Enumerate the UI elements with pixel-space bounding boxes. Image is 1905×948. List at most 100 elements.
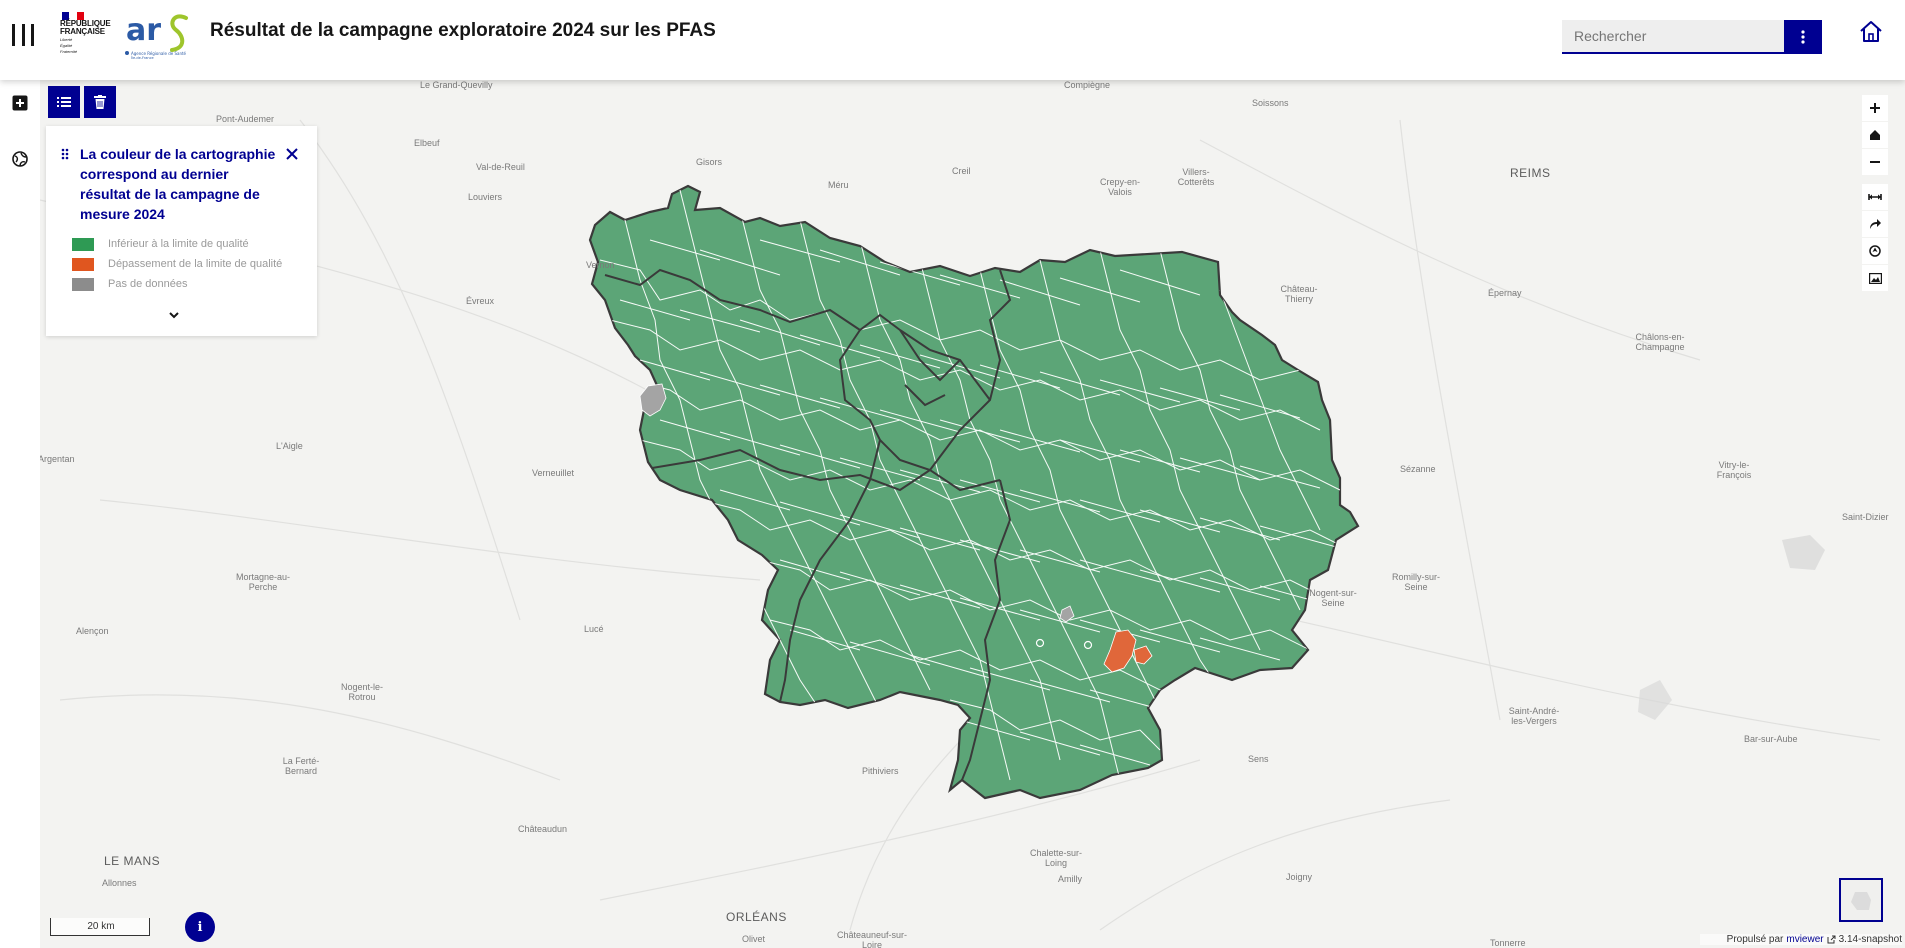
place-label: Saint-Dizier (1842, 512, 1889, 522)
place-label: Châteaudun (518, 824, 568, 834)
chevron-down-icon[interactable] (167, 308, 181, 322)
legend-title: La couleur de la cartographie correspond… (80, 146, 276, 222)
clear-button[interactable] (84, 86, 116, 118)
measure-icon (1868, 194, 1882, 200)
place-label: Joigny (1286, 872, 1313, 882)
place-label: Louviers (468, 192, 503, 202)
print-image-button[interactable] (1862, 265, 1888, 291)
more-vert-icon (1801, 30, 1805, 44)
place-label: Nogent-le-Rotrou (340, 682, 384, 702)
place-label: Olivet (742, 934, 766, 944)
info-button[interactable]: i (185, 912, 215, 942)
legend-item-label: Dépassement de la limite de qualité (108, 258, 283, 270)
zoom-out-icon (1870, 161, 1880, 163)
place-label: Pithiviers (862, 766, 899, 776)
place-label: Creil (952, 166, 971, 176)
globe-icon (12, 151, 28, 167)
place-label: Verneuillet (532, 468, 575, 478)
location-icon (1869, 245, 1881, 257)
powered-by-text: Propulsé par (1726, 934, 1784, 945)
search-box (1562, 20, 1784, 54)
measure-button[interactable] (1862, 184, 1888, 210)
place-label: Argentan (38, 454, 75, 464)
add-layer-button[interactable] (9, 92, 31, 114)
place-label: Villers-Cotterêts (1177, 167, 1215, 187)
place-label: Amilly (1058, 874, 1082, 884)
info-icon: i (197, 919, 203, 935)
place-label: Lucé (584, 624, 604, 634)
place-label: Épernay (1488, 288, 1522, 298)
menu-bars-icon[interactable] (12, 24, 34, 46)
legend-item: Inférieur à la limite de qualité (72, 236, 249, 252)
place-label: Allonnes (102, 878, 137, 888)
mviewer-link[interactable]: mviewer (1786, 934, 1823, 945)
legend-panel: La couleur de la cartographie correspond… (46, 126, 317, 336)
logo-rf-motto-2: Égalité (60, 43, 73, 48)
overview-map-button[interactable] (1839, 878, 1883, 922)
legend-item-label: Pas de données (108, 278, 188, 290)
zoom-in-icon (1870, 103, 1880, 113)
place-label: REIMS (1510, 166, 1551, 180)
place-label: Méru (828, 180, 849, 190)
overview-map-icon (1841, 880, 1881, 920)
left-toolbar (0, 80, 40, 948)
legend-swatch-green (72, 237, 94, 251)
legend-item: Pas de données (72, 276, 188, 292)
print-image-icon (1868, 272, 1882, 284)
logo-rf-line2: FRANÇAISE (60, 27, 105, 36)
place-label: Évreux (466, 296, 495, 306)
legend-swatch-orange (72, 257, 94, 271)
app-header: RÉPUBLIQUE FRANÇAISE Liberté Égalité Fra… (0, 0, 1905, 80)
place-label: Romilly-sur-Seine (1392, 572, 1440, 592)
legend-item: Dépassement de la limite de qualité (72, 256, 282, 272)
home-icon[interactable] (1858, 18, 1884, 46)
place-label: Gisors (696, 157, 723, 167)
place-label: Pont-Audemer (216, 114, 275, 124)
place-label: Crepy-en-Valois (1099, 177, 1140, 197)
home-extent-button[interactable] (1862, 122, 1888, 148)
version-text: 3.14-snapshot (1838, 934, 1902, 945)
scale-label: 20 km (87, 921, 115, 932)
close-icon[interactable] (284, 146, 300, 162)
place-label: Val-de-Reuil (476, 162, 525, 172)
svg-text:Île-de-France: Île-de-France (131, 55, 154, 60)
scale-bar: 20 km (50, 918, 150, 936)
legend-list-icon (57, 97, 71, 107)
place-label: Soissons (1252, 98, 1289, 108)
place-label: Saint-André-les-Vergers (1508, 706, 1560, 726)
legend-toggle-button[interactable] (48, 86, 80, 118)
place-label: Vernon (586, 260, 615, 270)
credits: Propulsé par mviewer 3.14-snapshot (1700, 934, 1902, 945)
ars-logo: ar Agence Régionale de Santé Île-de-Fran… (125, 13, 188, 60)
place-label: L'Aigle (276, 441, 303, 451)
place-label: Chalette-sur-Loing (1029, 848, 1083, 868)
share-button[interactable] (1862, 211, 1888, 237)
legend-swatch-grey (72, 277, 94, 291)
zoom-out-button[interactable] (1862, 149, 1888, 175)
logo-rf-motto-1: Liberté (60, 37, 73, 42)
trash-icon (94, 95, 106, 109)
page-title: Résultat de la campagne exploratoire 202… (210, 20, 716, 41)
place-label: Sens (1248, 754, 1269, 764)
place-label: Châlons-en-Champagne (1635, 332, 1685, 352)
legend-item-label: Inférieur à la limite de qualité (108, 238, 249, 250)
place-label: Le Grand-Quevilly (420, 80, 493, 90)
drag-handle-icon[interactable] (60, 148, 70, 160)
home-extent-icon (1870, 130, 1880, 140)
share-icon (1870, 219, 1881, 229)
place-label: Sézanne (1400, 464, 1436, 474)
basemap-button[interactable] (9, 148, 31, 170)
place-label: Compiègne (1064, 80, 1111, 90)
add-layer-icon (12, 95, 28, 111)
republique-francaise-logo: RÉPUBLIQUE FRANÇAISE Liberté Égalité Fra… (60, 12, 118, 62)
search-input[interactable] (1562, 20, 1784, 52)
place-label: LE MANS (104, 854, 161, 868)
place-label: Elbeuf (414, 138, 440, 148)
place-label: Châteauneuf-sur-Loire (836, 930, 908, 948)
search-options-button[interactable] (1784, 20, 1822, 54)
zoom-in-button[interactable] (1862, 95, 1888, 121)
place-label: Bar-sur-Aube (1744, 734, 1798, 744)
place-label: La Ferté-Bernard (282, 756, 320, 776)
svg-text:ar: ar (126, 13, 161, 48)
location-button[interactable] (1862, 238, 1888, 264)
